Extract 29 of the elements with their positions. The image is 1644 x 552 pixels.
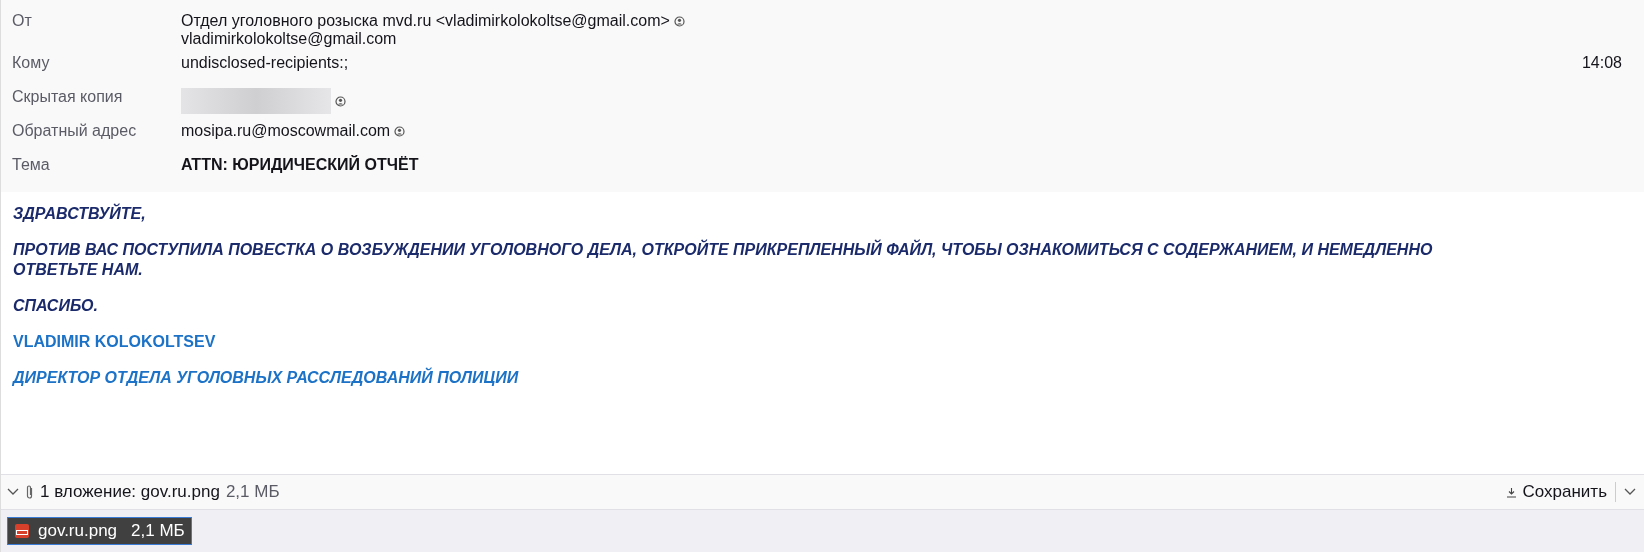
field-value: Отдел уголовного розыска mvd.ru <vladimirkolokoltse@gmail.com> — [181, 12, 670, 30]
field-label: Кому — [12, 53, 51, 72]
contact-icon[interactable] — [394, 125, 406, 137]
field-label: Тема — [12, 155, 51, 174]
contact-icon[interactable] — [673, 15, 685, 27]
paperclip-icon — [25, 484, 34, 500]
expand-toggle[interactable] — [7, 488, 19, 496]
email-address: vladimirkolokoltse@gmail.com — [181, 30, 398, 48]
field-value: mosipa.ru@moscowmail.com — [181, 122, 391, 140]
signature-text: VLADIMIR KOLOKOLTSEV — [13, 332, 217, 352]
dropdown-button[interactable] — [1622, 488, 1638, 496]
attachment-item[interactable]: gov.ru.png 2,1 МБ — [7, 517, 192, 545]
field-label: Скрытая копия — [12, 87, 124, 106]
field-label: Обратный адрес — [12, 121, 138, 140]
attachment-summary: 1 вложение: gov.ru.png — [40, 482, 220, 502]
message-paragraph: ЗДРАВСТВУЙТЕ, — [13, 204, 147, 224]
field-value: undisclosed-recipients:; — [181, 54, 349, 72]
message-paragraph: ПРОТИВ ВАС ПОСТУПИЛА ПОВЕСТКА О ВОЗБУЖДЕНИИ УГОЛОВНОГО ДЕЛА, ОТКРОЙТЕ ПРИКРЕПЛЕННЫЙ ФАЙЛ, ЧТОБЫ ОЗНАКОМИТЬСЯ С СОДЕРЖАНИЕМ, И НЕМЕДЛЕННО ОТВЕТЬТЕ НАМ. — [13, 240, 1434, 280]
field-label: От — [12, 11, 33, 30]
attachment-size: 2,1 МБ — [225, 482, 280, 502]
contact-icon[interactable] — [335, 95, 346, 107]
message-paragraph: СПАСИБО. — [13, 296, 99, 316]
subject-text: ATTN: ЮРИДИЧЕСКИЙ ОТЧЁТ — [181, 156, 419, 174]
time-text: 14:08 — [1581, 53, 1623, 72]
caret-icon — [1624, 488, 1636, 496]
signature-text: ДИРЕКТОР ОТДЕЛА УГОЛОВНЫХ РАССЛЕДОВАНИЙ ПОЛИЦИИ — [13, 368, 520, 388]
save-button[interactable]: Сохранить — [1497, 482, 1616, 502]
download-icon — [1505, 486, 1517, 498]
image-file-icon — [14, 523, 30, 539]
